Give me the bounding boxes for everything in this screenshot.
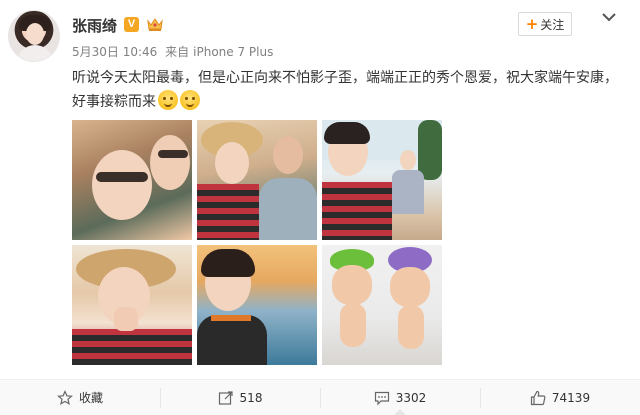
post-text-block: 听说今天太阳最毒，但是心正向来不怕影子歪，端端正正的秀个恩爱，祝大家端午安康，好… [72, 66, 628, 114]
post-source[interactable]: iPhone 7 Plus [193, 45, 273, 59]
crown-icon[interactable] [146, 16, 164, 32]
post-text: 听说今天太阳最毒，但是心正向来不怕影子歪，端端正正的秀个恩爱，祝大家端午安康，好… [72, 70, 618, 110]
follow-label: 关注 [540, 17, 565, 32]
weibo-post: 张雨绮 V 5月30日 10:46 来自 iPhone 7 Plus + 关注 听… [0, 0, 640, 415]
star-icon [57, 389, 73, 405]
like-button[interactable]: 74139 [480, 380, 640, 415]
plus-icon: + [525, 14, 539, 33]
photo-thumbnail[interactable] [322, 120, 442, 240]
comment-icon [374, 391, 389, 405]
post-timestamp[interactable]: 5月30日 10:46 [72, 45, 157, 59]
repost-count: 518 [239, 390, 263, 405]
emoji-icon [180, 90, 200, 110]
username[interactable]: 张雨绮 [72, 15, 117, 36]
verified-badge-icon[interactable]: V [124, 17, 139, 32]
comment-button[interactable]: 3302 [320, 380, 480, 415]
photo-thumbnail[interactable] [72, 120, 192, 240]
photo-thumbnail[interactable] [197, 120, 317, 240]
photo-thumbnail[interactable] [72, 245, 192, 365]
follow-button[interactable]: + 关注 [518, 12, 572, 36]
favorite-label: 收藏 [78, 391, 103, 405]
emoji-icon [158, 90, 178, 110]
photo-grid [72, 120, 442, 365]
thumbs-up-icon [530, 390, 546, 405]
chevron-down-icon[interactable] [600, 10, 618, 24]
photo-thumbnail[interactable] [322, 245, 442, 365]
repost-button[interactable]: 518 [160, 380, 320, 415]
like-count: 74139 [551, 390, 591, 405]
comment-count: 3302 [395, 390, 427, 405]
repost-icon [218, 390, 233, 405]
favorite-button[interactable]: 收藏 [0, 380, 160, 415]
source-prefix: 来自 [165, 45, 190, 59]
action-bar: 收藏 518 3302 74139 [0, 379, 640, 415]
photo-thumbnail[interactable] [197, 245, 317, 365]
avatar[interactable] [8, 10, 60, 62]
post-meta: 5月30日 10:46 来自 iPhone 7 Plus [72, 43, 277, 60]
